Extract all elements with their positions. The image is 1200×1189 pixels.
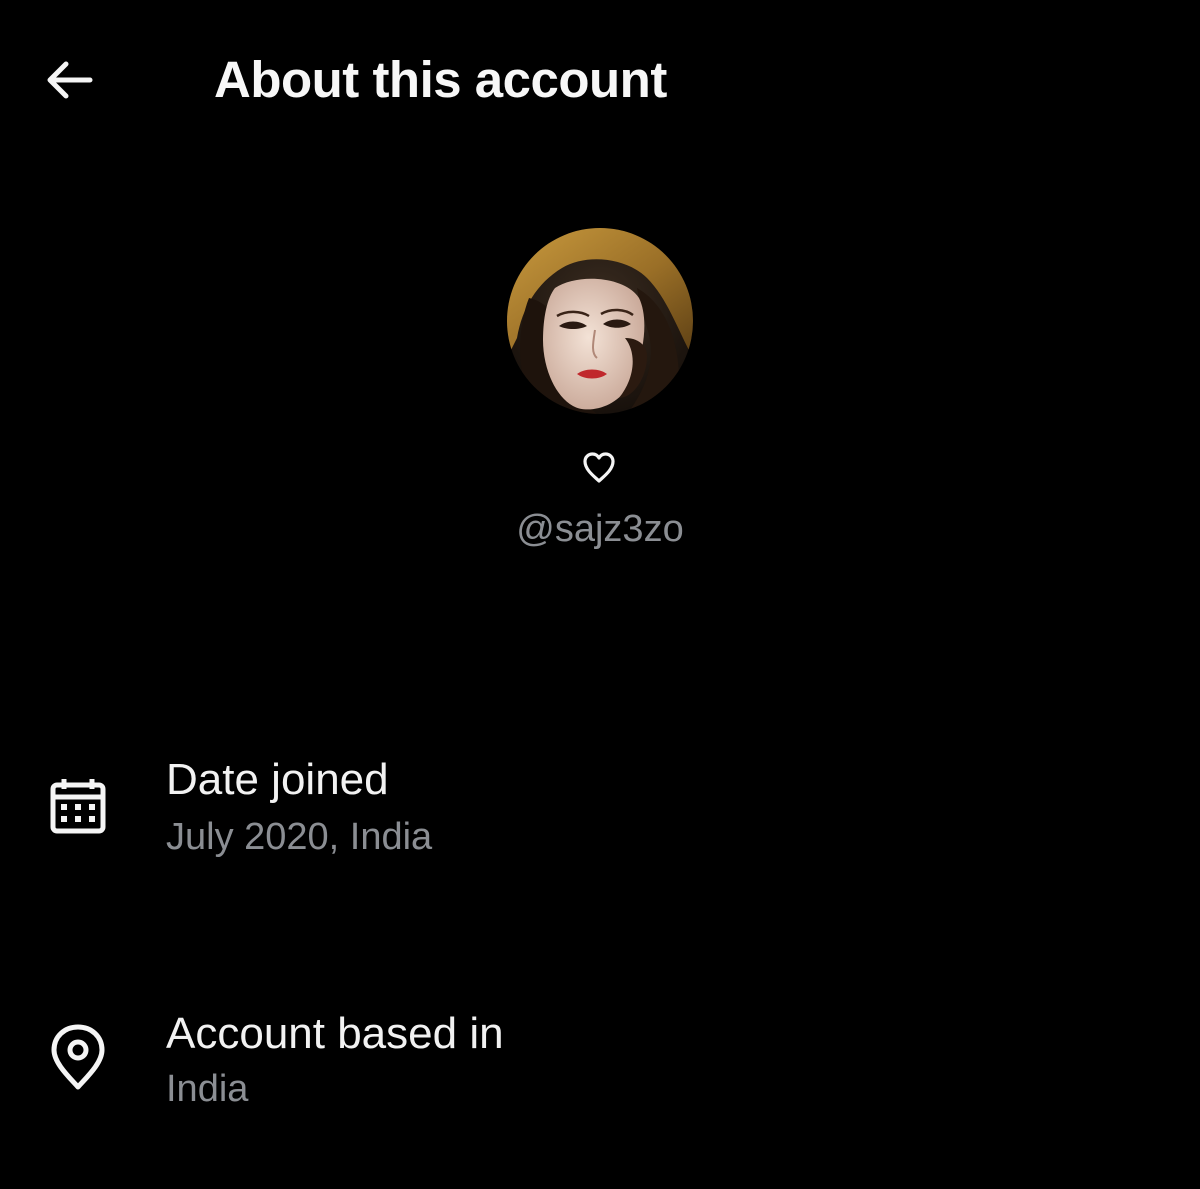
date-joined-value: July 2020, India — [166, 816, 433, 858]
account-based-in-value: India — [166, 1068, 249, 1110]
page-title: About this account — [214, 51, 667, 108]
location-icon-wrap — [40, 1020, 116, 1096]
username-handle: @sajz3zo — [516, 508, 684, 550]
account-based-in-label: Account based in — [166, 1009, 504, 1058]
location-pin-icon — [51, 1024, 105, 1090]
heart-outline-icon — [583, 452, 615, 483]
calendar-icon — [50, 779, 106, 834]
portrait-avatar — [507, 228, 693, 414]
date-joined-label: Date joined — [166, 755, 389, 804]
arrow-left-icon — [47, 61, 93, 99]
calendar-icon-wrap — [40, 768, 116, 844]
top-app-bar: About this account — [0, 0, 1200, 160]
back-button[interactable] — [36, 52, 100, 108]
avatar[interactable] — [507, 228, 693, 414]
